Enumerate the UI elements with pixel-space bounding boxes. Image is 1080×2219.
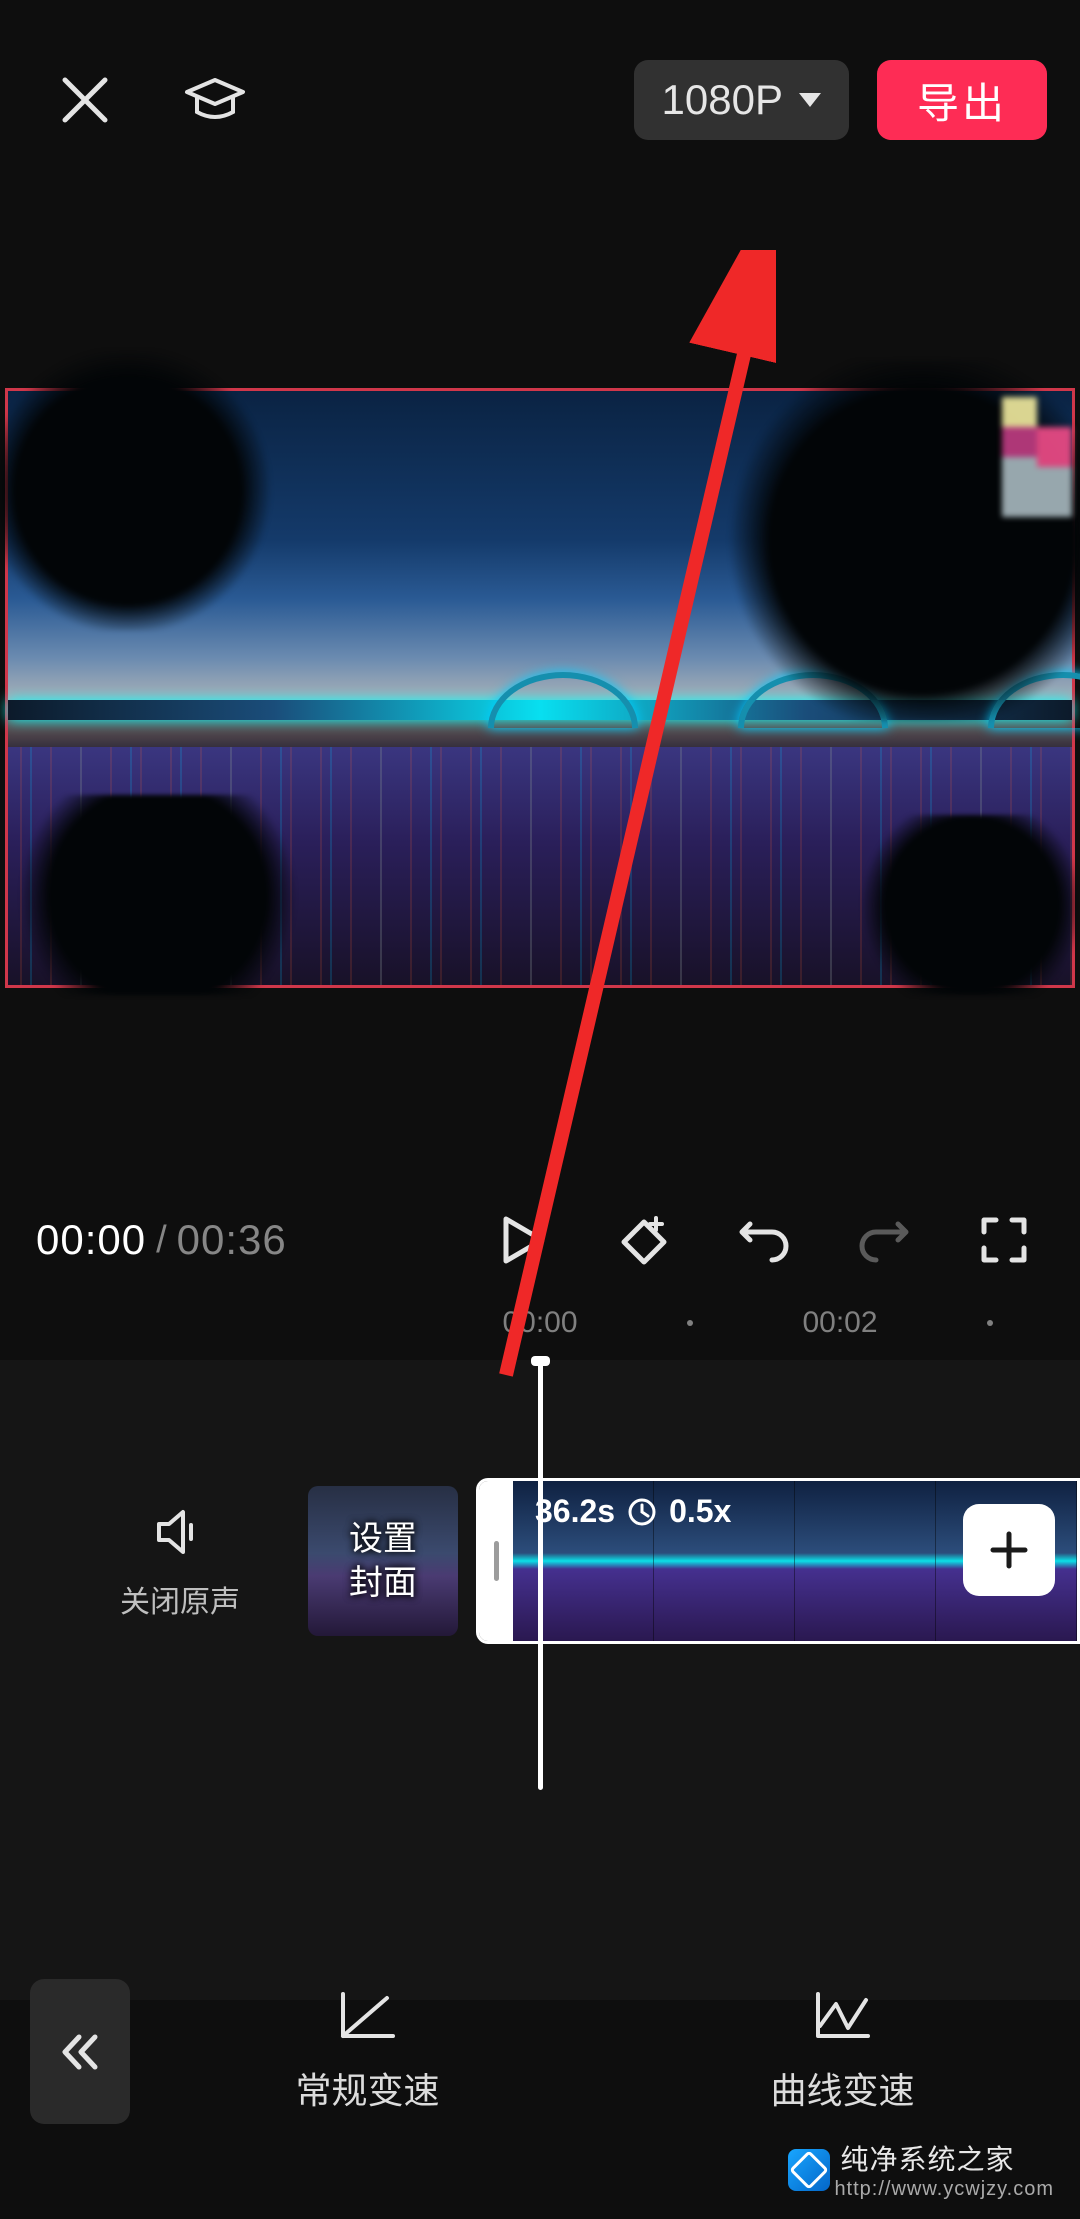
set-cover-button[interactable]: 设置封面 <box>308 1486 458 1636</box>
keyframe-button[interactable] <box>604 1200 684 1280</box>
fullscreen-button[interactable] <box>964 1200 1044 1280</box>
mute-audio-button[interactable]: 关闭原声 <box>120 1505 240 1621</box>
keyframe-icon <box>616 1212 672 1268</box>
speed-icon <box>627 1497 657 1527</box>
regular-speed-icon <box>339 1990 397 2042</box>
close-button[interactable] <box>40 55 130 145</box>
play-button[interactable] <box>484 1200 564 1280</box>
add-clip-button[interactable] <box>963 1504 1055 1596</box>
watermark-title: 纯净系统之家 <box>840 2138 1054 2178</box>
bottom-toolbar: 常规变速 曲线变速 <box>0 1964 1080 2139</box>
ruler-tick: 00:00 <box>502 1306 577 1340</box>
export-label: 导出 <box>917 70 1007 131</box>
resolution-dropdown[interactable]: 1080P <box>634 60 849 140</box>
undo-button[interactable] <box>724 1200 804 1280</box>
curve-speed-icon <box>814 1990 872 2042</box>
graduation-cap-icon <box>183 68 247 132</box>
watermark-logo-icon <box>788 2149 830 2191</box>
watermark: 纯净系统之家 http://www.ycwjzy.com <box>788 2138 1054 2201</box>
clip-handle-left[interactable] <box>479 1481 513 1641</box>
back-button[interactable] <box>30 1979 130 2124</box>
chevron-double-left-icon <box>55 2027 105 2077</box>
tool-label: 曲线变速 <box>770 2062 914 2114</box>
editor-header: 1080P 导出 <box>0 0 1080 200</box>
playhead[interactable] <box>538 1360 543 1790</box>
tutorial-button[interactable] <box>170 55 260 145</box>
cover-label: 设置封面 <box>349 1517 417 1605</box>
timeline-area[interactable]: 关闭原声 设置封面 36.2s 0.5x <box>0 1360 1080 2000</box>
clip-speed: 0.5x <box>669 1493 731 1530</box>
playback-bar: 00:00 / 00:36 <box>0 1190 1080 1290</box>
mute-label: 关闭原声 <box>120 1577 240 1621</box>
resolution-label: 1080P <box>662 76 783 124</box>
ruler-tick: 00:02 <box>802 1306 877 1340</box>
undo-icon <box>738 1216 790 1264</box>
close-icon <box>59 74 111 126</box>
speaker-icon <box>153 1505 207 1559</box>
video-preview[interactable] <box>5 388 1075 988</box>
fullscreen-icon <box>980 1216 1028 1264</box>
watermark-url: http://www.ycwjzy.com <box>834 2178 1054 2201</box>
play-icon <box>502 1215 546 1265</box>
time-total: 00:36 <box>177 1216 287 1264</box>
export-button[interactable]: 导出 <box>877 60 1047 140</box>
redo-icon <box>858 1216 910 1264</box>
plus-icon <box>987 1528 1031 1572</box>
clip-duration: 36.2s <box>535 1493 615 1530</box>
tool-label: 常规变速 <box>295 2062 439 2114</box>
clip-info: 36.2s 0.5x <box>535 1493 731 1530</box>
tool-curve-speed[interactable]: 曲线变速 <box>605 1990 1080 2114</box>
tool-regular-speed[interactable]: 常规变速 <box>130 1990 605 2114</box>
timeline-ruler: 00:00 00:02 <box>0 1299 1080 1347</box>
redo-button[interactable] <box>844 1200 924 1280</box>
time-separator: / <box>156 1219 167 1262</box>
caret-down-icon <box>799 93 821 107</box>
time-current: 00:00 <box>36 1216 146 1264</box>
